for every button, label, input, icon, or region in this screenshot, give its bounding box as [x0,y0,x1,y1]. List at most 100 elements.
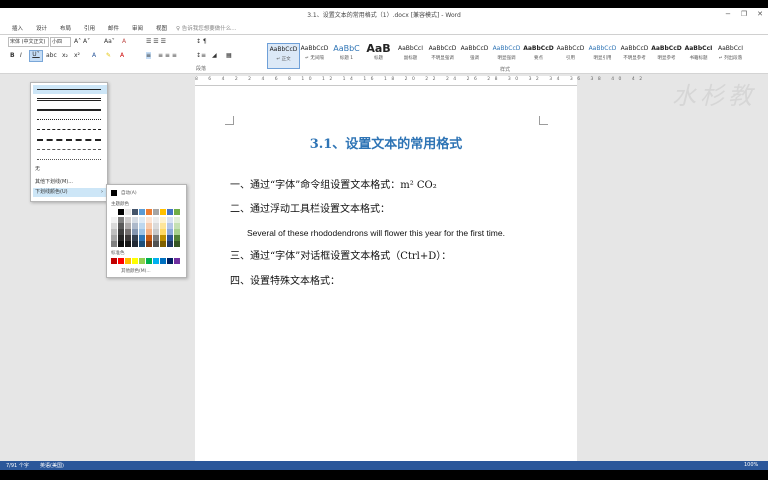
minimize-button[interactable]: − [722,9,734,19]
style-title[interactable]: AaB 标题 [363,43,394,67]
style-subtle-emphasis[interactable]: AaBbCcD 不明显强调 [427,43,458,67]
style-intense-emphasis[interactable]: AaBbCcD 明显强调 [491,43,522,67]
standard-color-swatch[interactable] [160,258,166,264]
ruler-numbers: 8 6 4 2 2 4 6 8 10 12 14 16 18 20 22 24 … [195,77,647,82]
style-emphasis[interactable]: AaBbCcD 强调 [459,43,490,67]
text-effects-icon[interactable]: A [92,52,96,59]
standard-color-swatch[interactable] [139,258,145,264]
tab-insert[interactable]: 插入 [12,24,23,32]
color-palette: 自动(A) 主题颜色 标准色 其他颜色(M)... [106,184,187,278]
shading-icon[interactable]: ◢ [212,52,217,59]
font-name-select[interactable]: 宋体 (中文正文) [8,37,49,47]
change-case-button[interactable]: Aa˅ [104,38,115,45]
clear-format-icon[interactable]: A [122,38,126,45]
standard-color-swatch[interactable] [118,258,124,264]
align-left-button[interactable]: ≡ [146,52,152,59]
horizontal-ruler[interactable]: 8 6 4 2 2 4 6 8 10 12 14 16 18 20 22 24 … [195,76,647,86]
italic-button[interactable]: I [20,52,22,59]
style-book-title[interactable]: AaBbCcI 书籍标题 [683,43,714,67]
theme-color-swatch[interactable] [146,241,152,247]
theme-color-swatch[interactable] [146,209,152,215]
tab-view[interactable]: 视图 [156,24,167,32]
style-heading-1[interactable]: AaBbC 标题 1 [331,43,362,67]
standard-color-swatch[interactable] [153,258,159,264]
bold-button[interactable]: B [10,52,15,59]
theme-color-swatch[interactable] [111,209,117,215]
tab-design[interactable]: 设计 [36,24,47,32]
style-intense-reference[interactable]: AaBbCcD 明显参考 [651,43,682,67]
underline-option-double[interactable] [33,95,107,104]
theme-color-swatch[interactable] [167,209,173,215]
theme-color-swatch[interactable] [132,241,138,247]
theme-color-swatch[interactable] [153,209,159,215]
line-spacing-button[interactable]: ↕≡ [196,52,206,59]
tab-layout[interactable]: 布局 [60,24,71,32]
underline-option-none[interactable]: 无 [33,165,107,174]
ribbon-tabs: 插入 设计 布局 引用 邮件 审阅 视图 ♀ 告诉我您想要做什么... [0,22,768,35]
theme-color-swatch[interactable] [125,209,131,215]
theme-color-swatch[interactable] [167,241,173,247]
style-list-paragraph[interactable]: AaBbCcI ↵ 列出段落 [715,43,746,67]
tab-review[interactable]: 审阅 [132,24,143,32]
theme-color-swatch[interactable] [174,241,180,247]
auto-color-label[interactable]: 自动(A) [121,190,137,196]
font-color-icon[interactable]: A [120,52,124,59]
style-no-spacing[interactable]: AaBbCcD ↵ 无间隔 [299,43,330,67]
standard-color-swatch[interactable] [125,258,131,264]
style-intense-quote[interactable]: AaBbCcD 明显引用 [587,43,618,67]
grow-font-button[interactable]: A˄ A˅ [74,38,90,45]
sort-button[interactable]: ↕ ¶ [196,38,207,45]
theme-color-swatch[interactable] [139,209,145,215]
style-strong[interactable]: AaBbCcD 要点 [523,43,554,67]
style-subtle-reference[interactable]: AaBbCcD 不明显参考 [619,43,650,67]
underline-option-thick[interactable] [33,105,107,114]
style-normal[interactable]: AaBbCcD ↵ 正文 [267,43,300,69]
word-count[interactable]: 7/91 个字 [6,462,29,469]
underline-option-dotted[interactable] [33,115,107,124]
underline-option-dashed[interactable] [33,125,107,134]
language-indicator[interactable]: 英语(美国) [40,462,64,469]
underline-color-item[interactable]: 下划线颜色(U) › [33,188,107,197]
align-center-button[interactable]: ≡ ≡ ≡ [158,52,177,59]
document-page[interactable]: 3.1、设置文本的常用格式 一、通过“字体”命令组设置文本格式：m² CO₂ 二… [195,86,577,470]
font-size-select[interactable]: 小四 [50,37,71,47]
close-button[interactable]: ✕ [754,9,766,19]
standard-color-swatch[interactable] [132,258,138,264]
auto-color-swatch[interactable] [111,190,117,196]
status-bar: 7/91 个字 英语(美国) 100% [0,461,768,470]
maximize-button[interactable]: ❐ [738,9,750,19]
subscript-button[interactable]: x₂ [62,52,68,59]
bullets-button[interactable]: ☰ ☰ ☰ [146,38,166,45]
underline-option-dash-dot[interactable] [33,135,107,144]
style-quote[interactable]: AaBbCcD 引用 [555,43,586,67]
theme-color-swatch[interactable] [139,241,145,247]
underline-option-wave[interactable] [33,155,107,164]
tell-me-search[interactable]: ♀ 告诉我您想要做什么... [176,24,237,32]
standard-color-swatch[interactable] [174,258,180,264]
theme-color-swatch[interactable] [160,209,166,215]
highlight-icon[interactable]: ✎ [106,52,111,59]
style-subtitle[interactable]: AaBbCcI 副标题 [395,43,426,67]
theme-color-swatch[interactable] [125,241,131,247]
theme-color-swatch[interactable] [132,209,138,215]
more-underlines-item[interactable]: 其他下划线(M)... [33,178,107,187]
theme-color-swatch[interactable] [118,241,124,247]
superscript-button[interactable]: x² [74,52,80,59]
theme-color-swatch[interactable] [153,241,159,247]
underline-button[interactable]: U˅ [29,50,43,62]
borders-icon[interactable]: ▦ [226,52,232,59]
standard-color-swatch[interactable] [146,258,152,264]
more-colors-item[interactable]: 其他颜色(M)... [121,268,151,274]
theme-color-swatch[interactable] [174,209,180,215]
strikethrough-button[interactable]: abc [46,52,57,59]
underline-option-dash-dot-dot[interactable] [33,145,107,154]
tab-mailings[interactable]: 邮件 [108,24,119,32]
standard-color-swatch[interactable] [111,258,117,264]
standard-color-swatch[interactable] [167,258,173,264]
theme-color-swatch[interactable] [118,209,124,215]
theme-color-swatch[interactable] [160,241,166,247]
tab-references[interactable]: 引用 [84,24,95,32]
underline-option-single[interactable] [33,85,107,94]
theme-color-swatch[interactable] [111,241,117,247]
zoom-level[interactable]: 100% [744,462,758,468]
